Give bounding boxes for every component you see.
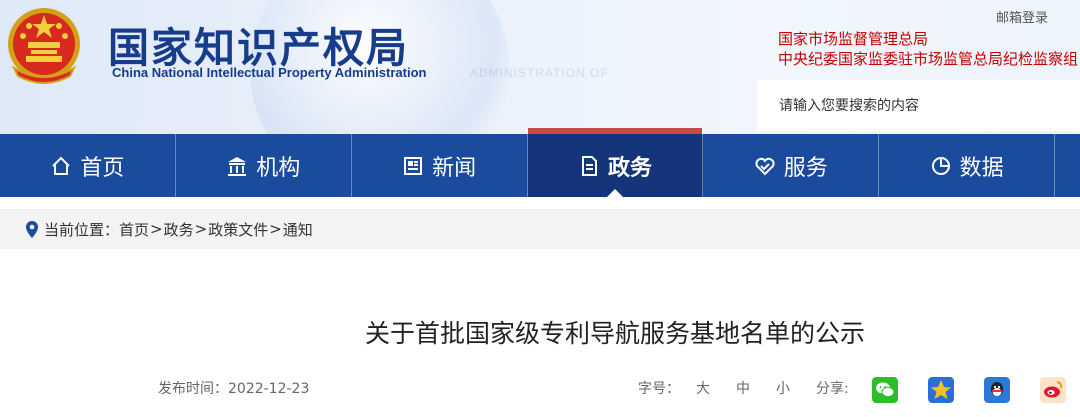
- breadcrumb-prefix: 当前位置：: [44, 220, 120, 239]
- document-icon: [581, 155, 597, 176]
- agency-links: 国家市场监督管理总局 中央纪委国家监委驻市场监管总局纪检监察组: [778, 29, 1080, 69]
- breadcrumb-policy-documents[interactable]: 政策文件: [208, 219, 268, 240]
- publish-date-value: 2022-12-23: [228, 381, 310, 397]
- weibo-icon[interactable]: [1040, 377, 1066, 403]
- nav-item-more[interactable]: [1055, 134, 1080, 197]
- news-icon: [404, 156, 423, 175]
- home-icon: [52, 156, 71, 175]
- share-label: 分享:: [816, 381, 849, 397]
- font-size-label: 字号：: [638, 381, 680, 397]
- article-title: 关于首批国家级专利导航服务基地名单的公示: [364, 319, 865, 348]
- font-size-medium-button[interactable]: 中: [736, 378, 750, 398]
- agency-link-discipline[interactable]: 中央纪委国家监委驻市场监管总局纪检监察组: [778, 49, 1080, 69]
- nav-item-news[interactable]: 新闻: [352, 134, 528, 197]
- nav-label: 数据: [959, 155, 1004, 181]
- breadcrumb-home[interactable]: 首页: [119, 219, 149, 240]
- font-size-small-button[interactable]: 小: [776, 378, 790, 398]
- nav-label: 首页: [80, 155, 125, 181]
- site-subtitle: China National Intellectual Property Adm…: [112, 65, 427, 80]
- nav-label: 机构: [256, 155, 301, 181]
- qq-icon[interactable]: [984, 377, 1010, 403]
- national-emblem-icon[interactable]: [6, 6, 82, 84]
- institution-icon: [228, 156, 247, 176]
- nav-item-institution[interactable]: 机构: [176, 134, 352, 197]
- publish-date-label: 发布时间：: [158, 381, 228, 397]
- nav-label: 新闻: [432, 155, 477, 181]
- site-header: ADMINISTRATION OF 国家知识产权局 China National…: [0, 0, 1080, 134]
- main-nav: 首页 机构 新闻 政务 服务 数据: [0, 128, 1080, 197]
- publish-date: 发布时间：2022-12-23: [158, 378, 309, 398]
- breadcrumb-notice[interactable]: 通知: [283, 219, 313, 240]
- nav-label: 服务: [783, 155, 828, 181]
- font-size-large-button[interactable]: 大: [696, 378, 710, 398]
- search-box: [757, 80, 1080, 131]
- qzone-icon[interactable]: [928, 377, 954, 403]
- nav-item-government-affairs[interactable]: 政务: [527, 128, 704, 197]
- font-size-controls: 字号： 大 中 小: [638, 378, 790, 398]
- search-input[interactable]: [757, 80, 1080, 131]
- agency-link-samr[interactable]: 国家市场监督管理总局: [778, 29, 1080, 49]
- nav-item-service[interactable]: 服务: [703, 134, 880, 197]
- mail-login-link[interactable]: 邮箱登录: [996, 7, 1048, 26]
- nav-item-data[interactable]: 数据: [879, 134, 1056, 197]
- breadcrumb: 当前位置： 首页 > 政务 > 政策文件 > 通知: [0, 209, 1080, 249]
- breadcrumb-separator: >: [269, 220, 282, 238]
- breadcrumb-government-affairs[interactable]: 政务: [164, 219, 194, 240]
- pie-chart-icon: [931, 156, 950, 175]
- service-icon: [755, 157, 775, 175]
- breadcrumb-separator: >: [194, 220, 208, 238]
- nav-item-home[interactable]: 首页: [0, 134, 176, 197]
- breadcrumb-separator: >: [150, 220, 163, 238]
- wechat-icon[interactable]: [872, 377, 898, 403]
- header-watermark: ADMINISTRATION OF: [470, 66, 609, 80]
- location-pin-icon: [26, 220, 38, 238]
- nav-label: 政务: [607, 155, 652, 181]
